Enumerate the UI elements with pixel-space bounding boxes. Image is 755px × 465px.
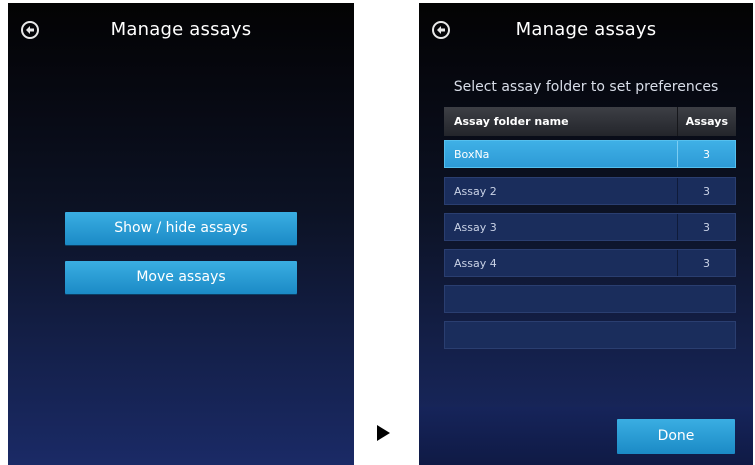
table-header: Assay folder name Assays (444, 107, 736, 136)
table-row-empty[interactable] (444, 285, 736, 313)
show-hide-assays-button[interactable]: Show / hide assays (65, 212, 297, 245)
table-row-selected[interactable]: BoxNa 3 (444, 140, 736, 168)
right-page-title: Manage assays (515, 19, 657, 40)
right-screen: Manage assays Select assay folder to set… (419, 3, 753, 465)
left-screen: Manage assays Show / hide assays Move as… (8, 3, 354, 465)
assay-count-cell: 3 (703, 221, 710, 234)
assay-count-cell: 3 (703, 185, 710, 198)
instruction-text: Select assay folder to set preferences (453, 79, 719, 95)
column-divider (677, 107, 678, 136)
left-top-bar: Manage assays (8, 3, 354, 59)
play-arrow-icon (377, 425, 390, 441)
folder-name-cell: Assay 4 (454, 257, 497, 270)
assay-count-cell: 3 (703, 257, 710, 270)
table-row[interactable]: Assay 2 3 (444, 177, 736, 205)
assay-count-cell: 3 (703, 148, 710, 161)
right-top-bar: Manage assays (419, 3, 753, 59)
folder-name-cell: Assay 3 (454, 221, 497, 234)
done-button[interactable]: Done (617, 419, 735, 454)
column-header-assays: Assays (685, 115, 728, 128)
table-row-empty[interactable] (444, 321, 736, 349)
column-header-folder-name: Assay folder name (454, 115, 569, 128)
table-row[interactable]: Assay 3 3 (444, 213, 736, 241)
figure: Manage assays Show / hide assays Move as… (0, 0, 755, 465)
table-row[interactable]: Assay 4 3 (444, 249, 736, 277)
move-assays-button[interactable]: Move assays (65, 261, 297, 294)
left-page-title: Manage assays (110, 19, 252, 40)
folder-name-cell: BoxNa (454, 148, 490, 161)
folder-name-cell: Assay 2 (454, 185, 497, 198)
